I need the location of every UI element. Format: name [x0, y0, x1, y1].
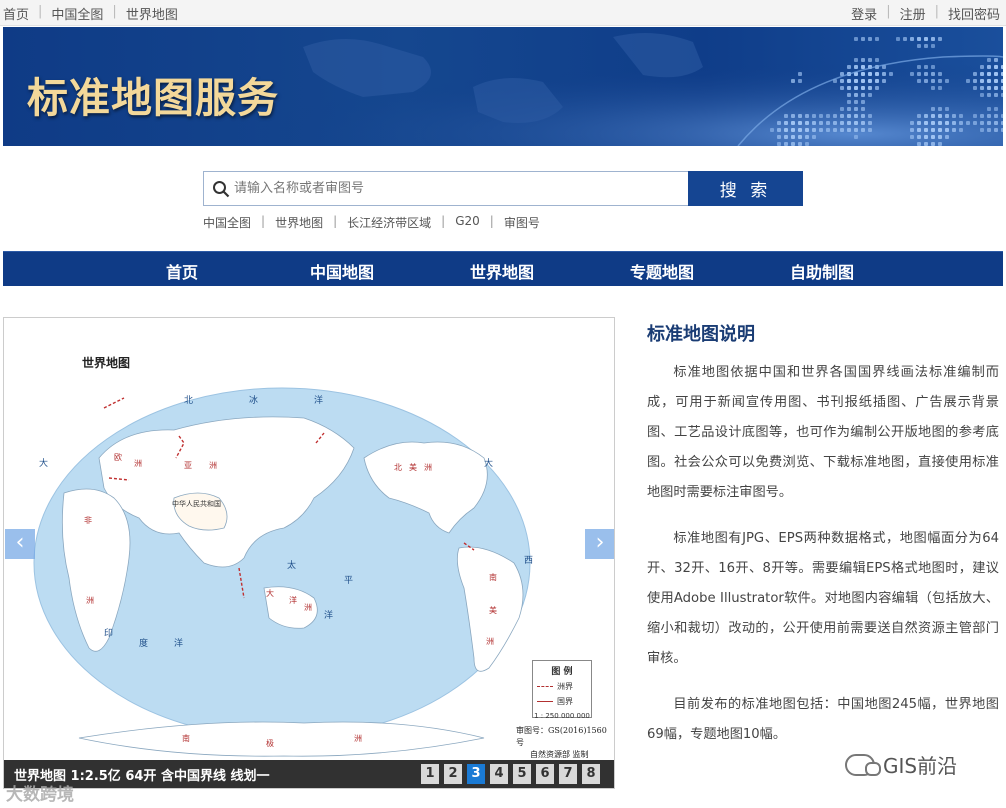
- page-button-3[interactable]: 3: [467, 764, 485, 784]
- approval-number: 审图号：GS(2016)1560号: [516, 726, 607, 747]
- top-link-home[interactable]: 首页: [3, 4, 29, 23]
- main-nav: 首页 中国地图 世界地图 专题地图 自助制图: [3, 251, 1003, 286]
- gis-watermark: GIS前沿: [845, 750, 957, 779]
- svg-text:洋: 洋: [174, 637, 183, 649]
- svg-text:极: 极: [266, 738, 274, 748]
- svg-text:洲: 洲: [209, 461, 217, 470]
- carousel-prev-button[interactable]: ‹: [5, 529, 35, 559]
- svg-text:非: 非: [84, 515, 92, 525]
- svg-text:洋: 洋: [324, 609, 333, 621]
- page-button-2[interactable]: 2: [444, 764, 462, 784]
- svg-text:北: 北: [394, 463, 402, 472]
- quick-link-world-map[interactable]: 世界地图: [275, 214, 323, 231]
- svg-text:洋: 洋: [314, 394, 323, 406]
- svg-text:南: 南: [489, 572, 497, 582]
- svg-text:平: 平: [344, 575, 353, 586]
- svg-text:印: 印: [104, 627, 113, 639]
- svg-text:洲: 洲: [86, 596, 94, 605]
- sjkj-watermark: 大数跨境: [6, 785, 74, 805]
- world-map-image[interactable]: 中华人民共和国 北 冰 洋 印 度 洋 太 平 洋 大 大 西 欧 洲 亚 洲 …: [4, 318, 615, 789]
- svg-text:洋: 洋: [289, 595, 297, 605]
- page-button-4[interactable]: 4: [490, 764, 508, 784]
- svg-text:西: 西: [524, 555, 533, 566]
- separator: |: [112, 4, 117, 19]
- description-text: 标准地图依据中国和世界各国国界线画法标准编制而成，可用于新闻宣传用图、书刊报纸插…: [647, 358, 999, 766]
- svg-text:大: 大: [266, 588, 274, 598]
- quick-link-g20[interactable]: G20: [455, 214, 480, 231]
- nav-item-thematic-map[interactable]: 专题地图: [630, 259, 694, 283]
- wechat-icon: [845, 753, 881, 776]
- description-title: 标准地图说明: [647, 324, 755, 345]
- quick-link-approval-number[interactable]: 审图号: [504, 214, 540, 231]
- top-right-links: 登录 | 注册 | 找回密码: [851, 4, 1000, 23]
- legend-scale: 1 : 250 000 000: [534, 712, 590, 720]
- svg-text:美: 美: [409, 462, 417, 472]
- quick-links: 中国全图 | 世界地图 | 长江经济带区域 | G20 | 审图号: [203, 214, 540, 231]
- map-carousel: 中华人民共和国 北 冰 洋 印 度 洋 太 平 洋 大 大 西 欧 洲 亚 洲 …: [3, 317, 615, 789]
- svg-text:北: 北: [184, 395, 193, 406]
- svg-text:太: 太: [287, 559, 296, 571]
- search-icon: [213, 181, 230, 198]
- svg-text:洲: 洲: [354, 734, 362, 743]
- page-button-7[interactable]: 7: [559, 764, 577, 784]
- separator: |: [886, 4, 891, 19]
- carousel-pager: 1 2 3 4 5 6 7 8: [416, 764, 600, 784]
- separator: |: [441, 214, 446, 228]
- top-left-links: 首页 | 中国全图 | 世界地图: [3, 4, 178, 23]
- quick-link-china-map[interactable]: 中国全图: [203, 214, 251, 231]
- map-label-china: 中华人民共和国: [172, 499, 221, 508]
- svg-text:度: 度: [139, 637, 148, 649]
- description-paragraph: 标准地图依据中国和世界各国国界线画法标准编制而成，可用于新闻宣传用图、书刊报纸插…: [647, 365, 999, 500]
- separator: |: [38, 4, 43, 19]
- description-paragraph: 目前发布的标准地图包括：中国地图245幅，世界地图69幅，专题地图10幅。: [647, 697, 999, 742]
- nav-item-world-map[interactable]: 世界地图: [470, 259, 534, 283]
- carousel-caption-bar: 世界地图 1:2.5亿 64开 含中国界线 线划一 1 2 3 4 5 6 7 …: [4, 760, 614, 788]
- svg-text:洲: 洲: [304, 603, 312, 612]
- svg-text:洲: 洲: [134, 459, 142, 468]
- quick-link-yangtze[interactable]: 长江经济带区域: [347, 214, 431, 231]
- legend-title: 图 例: [551, 667, 573, 677]
- svg-text:美: 美: [489, 605, 497, 615]
- svg-text:大: 大: [39, 457, 48, 469]
- map-title: 世界地图: [82, 356, 131, 370]
- search-box: [203, 171, 689, 206]
- page-button-1[interactable]: 1: [421, 764, 439, 784]
- search-button[interactable]: 搜 索: [688, 171, 803, 206]
- nav-item-home[interactable]: 首页: [166, 259, 198, 283]
- svg-text:洲: 洲: [424, 463, 432, 472]
- site-banner: 标准地图服务: [3, 27, 1003, 146]
- carousel-next-button[interactable]: ›: [585, 529, 614, 559]
- svg-text:大: 大: [484, 457, 493, 469]
- top-bar: 首页 | 中国全图 | 世界地图 登录 | 注册 | 找回密码: [0, 0, 1006, 26]
- map-approval-info: 审图号：GS(2016)1560号 自然资源部 监制: [516, 725, 614, 761]
- svg-text:欧: 欧: [114, 452, 122, 462]
- separator: |: [261, 214, 266, 228]
- svg-text:南: 南: [182, 733, 190, 743]
- recover-password-link[interactable]: 找回密码: [948, 4, 1000, 23]
- description-paragraph: 标准地图有JPG、EPS两种数据格式，地图幅面分为64开、32开、16开、8开等…: [647, 531, 999, 666]
- nav-item-china-map[interactable]: 中国地图: [310, 259, 374, 283]
- register-link[interactable]: 注册: [900, 4, 926, 23]
- separator: |: [489, 214, 494, 228]
- separator: |: [934, 4, 939, 19]
- top-link-world-map[interactable]: 世界地图: [126, 4, 178, 23]
- top-link-china-map[interactable]: 中国全图: [51, 4, 103, 23]
- svg-text:洲: 洲: [486, 637, 494, 646]
- banner-title: 标准地图服务: [27, 74, 279, 122]
- nav-item-self-mapping[interactable]: 自助制图: [790, 259, 854, 283]
- legend-row-country: 国界: [533, 696, 591, 707]
- login-link[interactable]: 登录: [851, 4, 877, 23]
- svg-text:亚: 亚: [184, 461, 192, 470]
- search-input[interactable]: [234, 176, 674, 201]
- page-button-5[interactable]: 5: [513, 764, 531, 784]
- separator: |: [333, 214, 338, 228]
- page-button-6[interactable]: 6: [536, 764, 554, 784]
- map-legend: 图 例 洲界 国界 1 : 250 000 000: [532, 660, 592, 720]
- legend-row-continent: 洲界: [533, 681, 591, 692]
- page-button-8[interactable]: 8: [582, 764, 600, 784]
- svg-text:冰: 冰: [249, 394, 258, 406]
